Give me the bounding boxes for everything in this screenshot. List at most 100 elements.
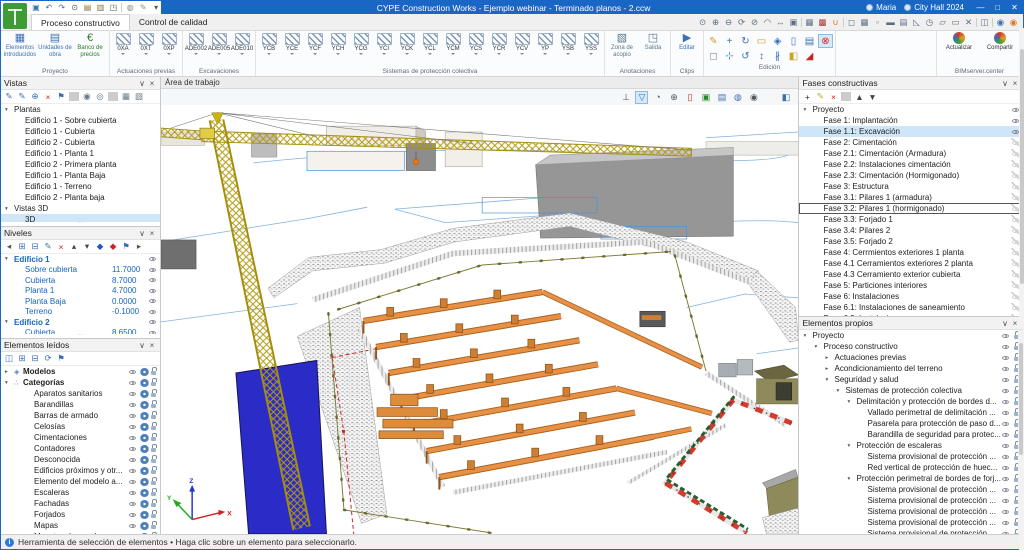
visibility-eye-icon[interactable]	[148, 297, 158, 306]
nivel-row[interactable]: Cubierta 8.7000	[1, 275, 160, 286]
erase-icon[interactable]: ◢	[802, 49, 817, 63]
building-icon[interactable]: ▦	[121, 91, 131, 102]
elemento-leido-row[interactable]: Forjados	[1, 509, 160, 520]
report-icon[interactable]: ▤	[802, 34, 817, 48]
collapse-icon[interactable]: ∨	[137, 79, 147, 88]
elemento-leido-row[interactable]: Barras de armado	[1, 410, 160, 421]
elemento-propio-row[interactable]: ▾ Protección de escaleras	[799, 440, 1023, 451]
elemento-propio-row[interactable]: Barandilla de seguridad para protec...	[799, 429, 1023, 440]
elemento-leido-row[interactable]: ▸ ◈ Modelos	[1, 366, 160, 377]
fase-row[interactable]: Fase 4.3 Cerramiento exterior cubierta	[799, 269, 1023, 280]
move-up-icon[interactable]: ▲	[854, 92, 864, 102]
tree-arrow-icon[interactable]: ▾	[5, 380, 14, 386]
cut-icon[interactable]: ✕	[963, 17, 974, 28]
fase-row[interactable]: Fase 6.2: Instalaciones ...	[799, 313, 1023, 316]
lock-icon[interactable]	[150, 389, 158, 398]
grid-icon[interactable]: ▦	[859, 17, 870, 28]
vistas-tree-item[interactable]: ▾ Plantas	[1, 104, 160, 115]
fase-row[interactable]: Fase 3.3: Forjado 1	[799, 214, 1023, 225]
search-icon[interactable]: ⊙	[70, 3, 80, 13]
lock-icon[interactable]	[150, 455, 158, 464]
unit-code-button[interactable]: YP	[534, 32, 556, 57]
fase-row[interactable]: ▾ Proyecto	[799, 104, 1023, 115]
elemento-leido-row[interactable]: Escaleras	[1, 487, 160, 498]
visibility-eye-icon[interactable]	[148, 265, 158, 274]
elemento-leido-row[interactable]: Cimentaciones	[1, 432, 160, 443]
fase-row[interactable]: Fase 5: Particiones interiores	[799, 280, 1023, 291]
visibility-eye-icon[interactable]	[148, 255, 158, 264]
move-view-icon[interactable]: ↔	[775, 17, 786, 27]
elemento-propio-row[interactable]: ▾ Protección perimetral de bordes de forj…	[799, 473, 1023, 484]
elemento-leido-row[interactable]: Barandillas	[1, 399, 160, 410]
tree-arrow-icon[interactable]: ▾	[5, 256, 14, 262]
visibility-eye-icon[interactable]	[128, 367, 138, 376]
visibility-eye-icon[interactable]	[1001, 331, 1011, 340]
section-front-icon[interactable]: ▯	[683, 91, 696, 104]
zoom-previous-icon[interactable]: ⊘	[749, 17, 760, 28]
layers-icon[interactable]: ◈	[770, 34, 785, 48]
visibility-eye-icon[interactable]	[1001, 496, 1011, 505]
layers-icon[interactable]: ▤	[715, 91, 728, 104]
lock-icon[interactable]	[150, 367, 158, 376]
elemento-propio-row[interactable]: ▾ Seguridad y salud	[799, 374, 1023, 385]
visibility-eye-icon[interactable]	[1001, 529, 1011, 534]
full-screen-icon[interactable]: ▣	[788, 17, 799, 28]
view-tool-icon[interactable]	[992, 17, 993, 27]
nivel-row[interactable]: Cubierta 8.6500	[1, 328, 160, 334]
ribbon-button[interactable]: ▧ Zona de acopio	[607, 32, 637, 58]
tree-arrow-icon[interactable]: ▾	[836, 388, 845, 394]
tree-arrow-icon[interactable]: ▾	[825, 377, 834, 383]
lock-icon[interactable]	[150, 499, 158, 508]
unit-code-button[interactable]: YCH	[327, 32, 349, 57]
annotation-icon[interactable]: ▭	[950, 17, 961, 28]
visibility-eye-icon[interactable]	[1001, 441, 1011, 450]
manage-levels-icon[interactable]: ⊟	[30, 241, 40, 252]
elemento-propio-row[interactable]: ▾ Delimitación y protección de bordes d..…	[799, 396, 1023, 407]
settings-icon[interactable]	[140, 532, 149, 534]
tree-arrow-icon[interactable]: ▸	[5, 369, 14, 375]
axes-icon[interactable]: ⊥	[619, 91, 632, 104]
delete-phase-icon[interactable]: ×	[828, 92, 838, 102]
export-icon[interactable]: ◳	[108, 3, 118, 13]
add-phase-icon[interactable]: +	[802, 92, 812, 102]
delete-icon[interactable]: ⊗	[818, 34, 833, 48]
visibility-eye-icon[interactable]	[148, 276, 158, 285]
tree-arrow-icon[interactable]: ▾	[803, 333, 812, 339]
elemento-leido-row[interactable]: Edificios próximos y otr...	[1, 465, 160, 476]
excavation-beam-grid[interactable]	[362, 288, 713, 490]
keyboard-icon[interactable]: ▤	[898, 17, 909, 28]
unit-code-button[interactable]: 0XP	[158, 32, 180, 57]
unit-code-button[interactable]: YSB	[557, 32, 579, 57]
edit-phase-icon[interactable]: ✎	[815, 91, 825, 102]
visibility-eye-icon[interactable]	[128, 411, 138, 420]
panel-tool-icon[interactable]	[108, 92, 118, 101]
visibility-eye-icon[interactable]	[128, 499, 138, 508]
elemento-leido-row[interactable]: Desconocida	[1, 454, 160, 465]
pan-icon[interactable]: ◠	[762, 17, 773, 28]
elemento-propio-row[interactable]: ▾ Sistemas de protección colectiva	[799, 385, 1023, 396]
view-tool-icon[interactable]	[976, 17, 977, 27]
tree-arrow-icon[interactable]: ▸	[825, 355, 834, 361]
settings-icon[interactable]	[140, 477, 149, 486]
unit-code-button[interactable]: YCR	[488, 32, 510, 57]
delete-level-icon[interactable]: ×	[56, 242, 66, 252]
visibility-eye-icon[interactable]	[128, 444, 138, 453]
object-snap-icon[interactable]: ▬	[885, 17, 896, 27]
unit-code-button[interactable]: YCL	[419, 32, 441, 57]
view-tool-icon[interactable]	[843, 17, 844, 27]
visibility-eye-icon[interactable]	[128, 400, 138, 409]
viewport-3d-scene[interactable]: Z X Y	[161, 105, 799, 534]
tree-arrow-icon[interactable]: ▸	[825, 366, 834, 372]
vistas-tree-item[interactable]: Edificio 1 - Cubierta	[1, 126, 160, 137]
camera2-icon[interactable]: ◎	[95, 91, 105, 102]
visibility-eye-icon[interactable]	[128, 532, 138, 534]
elemento-propio-row[interactable]: Sistema provisional de protección ...	[799, 495, 1023, 506]
visibility-eye-icon[interactable]	[128, 433, 138, 442]
collapse-icon[interactable]: ∨	[1000, 319, 1010, 328]
site-sheds[interactable]	[718, 359, 799, 534]
elemento-leido-row[interactable]: Celosías	[1, 421, 160, 432]
ribbon-button[interactable]: ▤ Unidades de obra	[38, 32, 72, 58]
settings-icon[interactable]	[140, 378, 149, 387]
nivel-row[interactable]: Terreno -0.1000	[1, 307, 160, 318]
visibility-eye-icon[interactable]	[1001, 463, 1011, 472]
